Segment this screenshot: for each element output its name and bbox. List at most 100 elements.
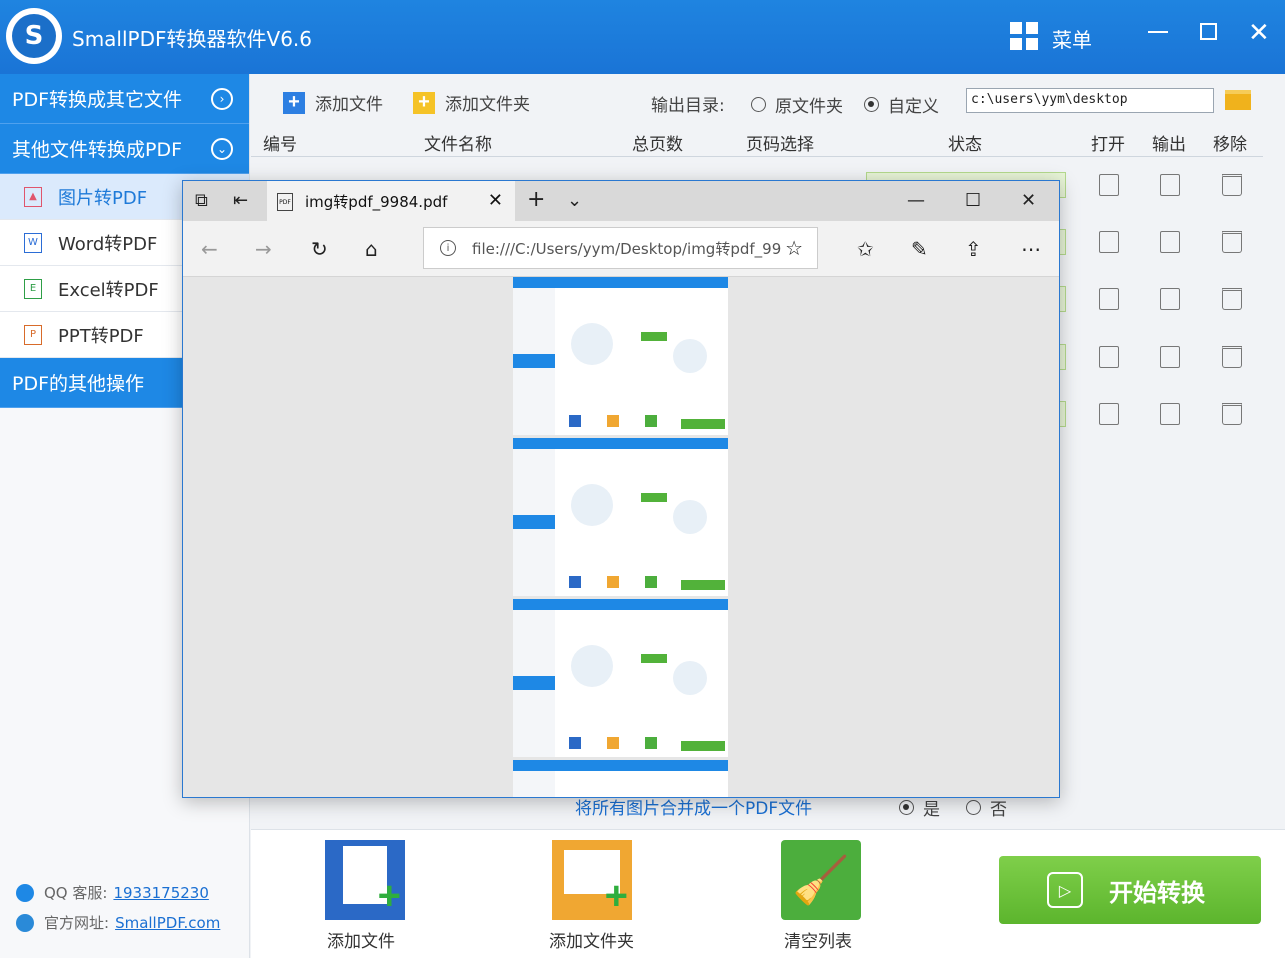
maximize-button[interactable] [1200, 23, 1217, 40]
app-title: SmallPDF转换器软件V6.6 [72, 27, 312, 51]
output-icon[interactable] [1160, 231, 1180, 253]
share-icon[interactable]: ⇪ [965, 237, 982, 261]
url-text: file:///C:/Users/yym/Desktop/img转pdf_99 [472, 239, 782, 258]
add-folder-big-label[interactable]: 添加文件夹 [549, 927, 634, 952]
clear-list-label[interactable]: 清空列表 [784, 927, 852, 952]
pdf-page-strip[interactable] [513, 277, 728, 797]
pen-notes-icon[interactable]: ✎ [911, 237, 928, 261]
sidebar-section-pdf-to-other[interactable]: PDF转换成其它文件 › [0, 74, 249, 124]
sidebar-section-label: PDF转换成其它文件 [12, 89, 183, 111]
radio-dot [966, 800, 981, 815]
menu-button[interactable]: 菜单 [1052, 24, 1092, 53]
radio-merge-no[interactable]: 否 [966, 795, 1007, 820]
add-file-button[interactable]: + 添加文件 [283, 90, 383, 115]
start-convert-button[interactable]: ▷ 开始转换 [999, 856, 1261, 924]
add-folder-button[interactable]: + 添加文件夹 [413, 90, 530, 115]
output-icon[interactable] [1160, 403, 1180, 425]
home-icon[interactable]: ⌂ [365, 237, 378, 261]
trash-icon[interactable] [1222, 288, 1242, 310]
trash-icon[interactable] [1222, 346, 1242, 368]
radio-label: 是 [923, 800, 940, 820]
info-icon[interactable]: i [440, 240, 456, 256]
edge-browser-window: ⧉ ⇤ PDF img转pdf_9984.pdf ✕ + ⌄ — ☐ ✕ ← →… [182, 180, 1060, 798]
tab-close-icon[interactable]: ✕ [488, 190, 503, 211]
browser-icon [16, 913, 34, 932]
radio-dot-selected [864, 97, 879, 112]
browser-minimize-button[interactable]: — [907, 190, 925, 211]
radio-original-folder[interactable]: 原文件夹 [751, 92, 843, 117]
trash-icon[interactable] [1222, 403, 1242, 425]
toolbar: + 添加文件 + 添加文件夹 输出目录: 原文件夹 自定义 c:\users\y… [251, 74, 1285, 128]
open-file-icon[interactable] [1099, 403, 1119, 425]
url-field[interactable]: i file:///C:/Users/yym/Desktop/img转pdf_9… [423, 227, 818, 269]
pdf-viewer-content[interactable] [183, 277, 1059, 797]
close-button[interactable]: ✕ [1248, 18, 1270, 48]
output-path-input[interactable]: c:\users\yym\desktop [966, 88, 1214, 113]
image-file-icon: ▲ [24, 186, 42, 207]
browser-close-button[interactable]: ✕ [1021, 190, 1036, 211]
radio-label: 自定义 [888, 97, 939, 117]
col-header-open: 打开 [1091, 135, 1125, 155]
radio-label: 否 [990, 800, 1007, 820]
radio-dot [751, 97, 766, 112]
sidebar-section-other-to-pdf[interactable]: 其他文件转换成PDF ⌄ [0, 124, 249, 174]
qq-link[interactable]: 1933175230 [113, 884, 208, 902]
app-logo: S [6, 8, 62, 64]
output-icon[interactable] [1160, 346, 1180, 368]
open-file-icon[interactable] [1099, 231, 1119, 253]
set-tabs-aside-icon[interactable]: ⇤ [233, 190, 248, 211]
add-file-big-icon[interactable]: + [325, 840, 405, 920]
sidebar-item-label: Word转PDF [58, 233, 158, 255]
radio-label: 原文件夹 [775, 97, 843, 117]
favorite-star-icon[interactable]: ☆ [785, 236, 803, 260]
folder-icon[interactable] [1225, 90, 1251, 110]
open-file-icon[interactable] [1099, 288, 1119, 310]
browser-tab[interactable]: PDF img转pdf_9984.pdf ✕ [267, 181, 515, 221]
back-icon[interactable]: ← [201, 237, 218, 261]
add-folder-big-icon[interactable]: + [552, 840, 632, 920]
radio-custom-folder[interactable]: 自定义 [864, 92, 939, 117]
col-header-pages: 总页数 [632, 135, 683, 155]
qq-icon [16, 883, 34, 902]
word-file-icon: W [24, 232, 42, 253]
sidebar-section-label: 其他文件转换成PDF [12, 139, 183, 161]
browser-tab-bar: ⧉ ⇤ PDF img转pdf_9984.pdf ✕ + ⌄ — ☐ ✕ [183, 181, 1059, 221]
pdf-page-thumbnail [513, 438, 728, 596]
website-link[interactable]: SmallPDF.com [115, 914, 220, 932]
chevron-down-icon: ⌄ [211, 138, 233, 160]
add-folder-label: 添加文件夹 [445, 95, 530, 115]
favorites-list-icon[interactable]: ✩ [857, 237, 874, 261]
radio-dot-selected [899, 800, 914, 815]
website-label: 官方网址: [44, 914, 110, 932]
tab-list-chevron-icon[interactable]: ⌄ [567, 190, 582, 211]
start-convert-label: 开始转换 [1109, 878, 1205, 907]
website-contact: 官方网址: SmallPDF.com [16, 912, 220, 933]
new-tab-icon[interactable]: + [527, 187, 545, 212]
output-dir-label: 输出目录: [651, 96, 725, 116]
bottom-action-bar: + 添加文件 + 添加文件夹 🧹 清空列表 ▷ 开始转换 [251, 829, 1285, 958]
minimize-button[interactable] [1148, 31, 1168, 33]
browser-maximize-button[interactable]: ☐ [965, 190, 981, 211]
open-file-icon[interactable] [1099, 346, 1119, 368]
trash-icon[interactable] [1222, 231, 1242, 253]
sidebar-section-label: PDF的其他操作 [12, 373, 145, 395]
refresh-icon[interactable]: ↻ [311, 237, 328, 261]
open-file-icon[interactable] [1099, 174, 1119, 196]
broom-icon[interactable]: 🧹 [781, 840, 861, 920]
add-file-big-label[interactable]: 添加文件 [327, 927, 395, 952]
qq-contact: QQ 客服: 1933175230 [16, 882, 209, 903]
menu-grid-icon[interactable] [1010, 22, 1038, 50]
radio-merge-yes[interactable]: 是 [899, 795, 940, 820]
col-header-filename: 文件名称 [424, 135, 492, 155]
trash-icon[interactable] [1222, 174, 1242, 196]
tab-actions-icon[interactable]: ⧉ [195, 190, 208, 211]
output-icon[interactable] [1160, 288, 1180, 310]
more-menu-icon[interactable]: ⋯ [1021, 237, 1041, 261]
pdf-page-thumbnail [513, 599, 728, 757]
play-icon: ▷ [1047, 872, 1083, 908]
output-icon[interactable] [1160, 174, 1180, 196]
pdf-page-thumbnail [513, 760, 728, 797]
chevron-right-icon: › [211, 88, 233, 110]
forward-icon[interactable]: → [255, 237, 272, 261]
table-header: 编号 文件名称 总页数 页码选择 状态 打开 输出 移除 [251, 128, 1285, 156]
